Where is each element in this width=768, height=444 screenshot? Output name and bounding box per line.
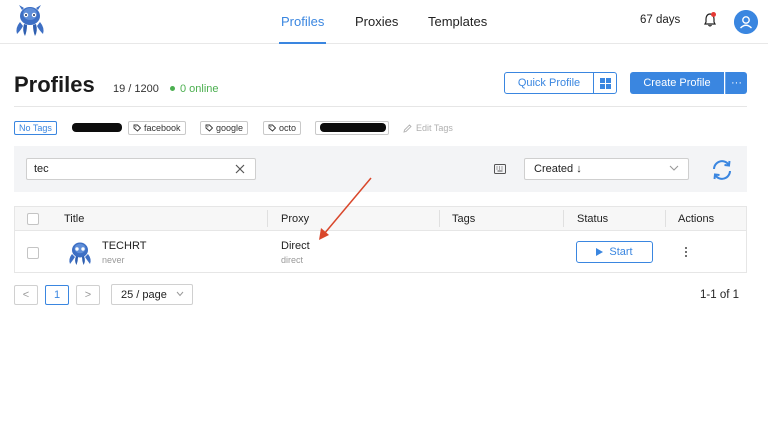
chevron-down-icon	[176, 291, 184, 297]
column-divider	[563, 210, 564, 227]
refresh-icon[interactable]	[710, 158, 734, 182]
profile-title[interactable]: TECHRT	[102, 240, 146, 252]
subscription-days-left: 67 days	[640, 14, 681, 26]
create-profile-button[interactable]: Create Profile	[630, 72, 724, 94]
profile-last-run: never	[102, 255, 125, 265]
tab-profiles[interactable]: Profiles	[281, 14, 324, 29]
proxy-type: direct	[281, 255, 304, 265]
column-actions: Actions	[678, 213, 715, 225]
tab-proxies[interactable]: Proxies	[355, 14, 398, 29]
tab-templates[interactable]: Templates	[428, 14, 487, 29]
redacted-tag	[72, 123, 122, 132]
page-number: 1	[53, 289, 61, 301]
create-more-button[interactable]: ···	[725, 72, 747, 94]
profile-count: 19 / 1200	[113, 83, 159, 95]
more-vertical-icon[interactable]	[683, 245, 689, 259]
search-value: tec	[34, 163, 49, 175]
keyboard-icon[interactable]	[494, 164, 506, 174]
tag-facebook-label: facebook	[144, 123, 181, 133]
tag-google[interactable]: google	[200, 121, 249, 135]
column-divider	[665, 210, 666, 227]
tag-no-tags[interactable]: No Tags	[14, 121, 57, 135]
column-divider	[439, 210, 440, 227]
tag-icon	[133, 124, 141, 132]
annotation-arrow-icon	[319, 177, 372, 240]
tag-icon	[205, 124, 213, 132]
windows-icon	[599, 77, 611, 89]
column-title[interactable]: Title	[64, 213, 84, 225]
column-divider	[267, 210, 268, 227]
top-navigation-bar: Profiles Proxies Templates 67 days	[0, 0, 768, 44]
online-count: 0 online	[180, 83, 219, 95]
chevron-down-icon	[669, 165, 679, 171]
tag-octo-label: octo	[279, 123, 297, 133]
column-proxy[interactable]: Proxy	[281, 213, 309, 225]
tag-octo[interactable]: octo	[263, 121, 302, 135]
select-all-checkbox[interactable]	[27, 213, 39, 225]
user-avatar-icon[interactable]	[734, 10, 758, 34]
page-1-button[interactable]: 1	[45, 285, 69, 305]
more-dots-label: ···	[731, 77, 742, 89]
tag-google-label: google	[216, 123, 244, 133]
edit-tags-label: Edit Tags	[416, 123, 453, 133]
prev-page-button[interactable]: <	[14, 285, 38, 305]
proxy-name: Direct	[281, 240, 310, 252]
next-page-label: >	[84, 289, 92, 301]
quick-profile-label: Quick Profile	[517, 77, 581, 89]
profile-avatar-icon	[69, 242, 91, 265]
play-icon	[596, 248, 604, 256]
pencil-icon	[403, 123, 412, 133]
tag-facebook[interactable]: facebook	[128, 121, 186, 135]
redacted-tag	[320, 123, 386, 132]
create-profile-label: Create Profile	[643, 77, 711, 89]
row-checkbox[interactable]	[27, 247, 39, 259]
page-title: Profiles	[14, 72, 95, 97]
column-tags[interactable]: Tags	[452, 213, 475, 225]
search-input[interactable]	[26, 158, 256, 180]
active-tab-indicator	[279, 42, 326, 44]
close-icon[interactable]	[234, 163, 246, 175]
column-status[interactable]: Status	[577, 213, 608, 225]
octopus-logo-icon[interactable]	[12, 4, 48, 38]
start-button[interactable]: Start	[576, 241, 653, 263]
edit-tags-button[interactable]: Edit Tags	[403, 123, 453, 133]
tag-no-tags-label: No Tags	[19, 123, 52, 133]
header-divider	[14, 106, 747, 107]
notification-dot	[711, 12, 716, 17]
quick-profile-button[interactable]: Quick Profile	[504, 72, 594, 94]
pagination-range: 1-1 of 1	[700, 289, 739, 301]
windows-os-button[interactable]	[593, 72, 617, 94]
prev-page-label: <	[22, 289, 30, 301]
next-page-button[interactable]: >	[76, 285, 100, 305]
page-size-value: 25 / page	[121, 289, 167, 301]
sort-value: Created ↓	[534, 163, 582, 175]
start-label: Start	[609, 246, 633, 258]
online-status-dot	[170, 86, 175, 91]
table-header	[14, 206, 747, 231]
tag-icon	[268, 124, 276, 132]
